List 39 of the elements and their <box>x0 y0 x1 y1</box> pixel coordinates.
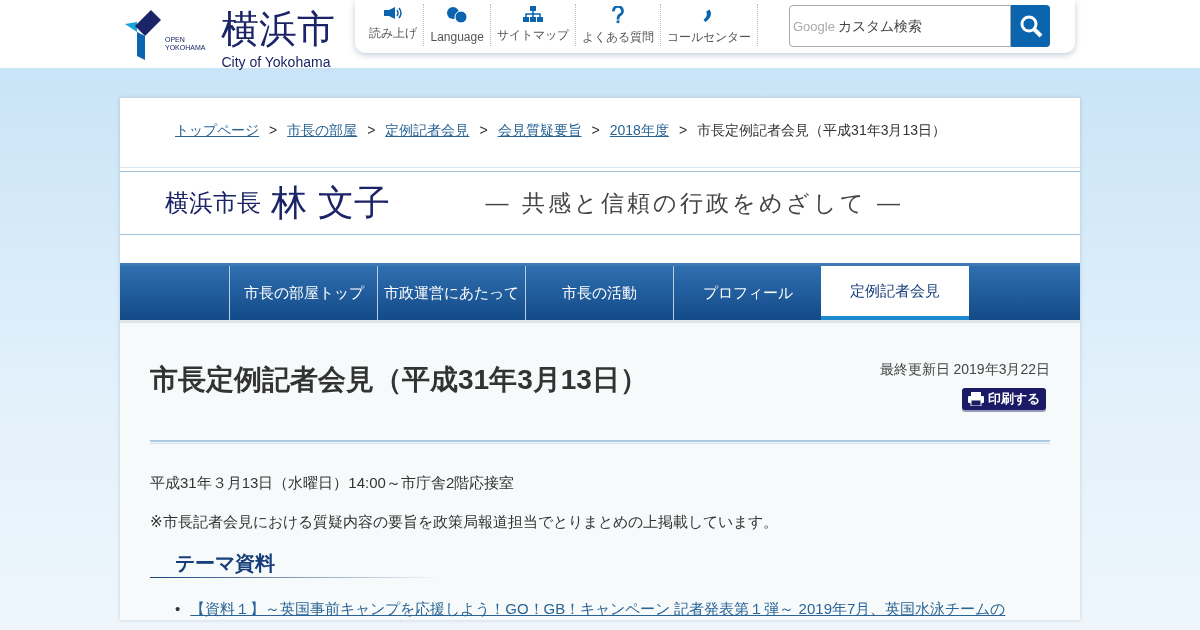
city-logo-icon <box>125 10 161 60</box>
section-heading: テーマ資料 <box>150 550 450 578</box>
translate-icon <box>446 6 469 24</box>
breadcrumb-separator: > <box>479 121 488 140</box>
document-link[interactable]: 【資料１】～英国事前キャンプを応援しよう！GO！GB！キャンペーン 記者発表第１弾～ 2019年7月、英国水泳チームの <box>190 599 1006 617</box>
sitemap-icon <box>522 6 543 22</box>
breadcrumb-separator: > <box>591 121 600 140</box>
search-button[interactable] <box>1011 5 1050 47</box>
last-updated: 最終更新日 2019年3月22日 <box>879 360 1050 379</box>
speaker-icon <box>383 6 404 20</box>
breadcrumb-link[interactable]: トップページ <box>175 120 259 141</box>
banner-title: 横浜市長 <box>165 188 261 219</box>
print-button[interactable]: 印刷する <box>962 388 1046 410</box>
nav-tab[interactable]: 定例記者会見 <box>821 266 969 320</box>
breadcrumb-current: 市長定例記者会見（平成31年3月13日） <box>697 121 947 140</box>
breadcrumb-separator: > <box>367 121 376 140</box>
search-brand: Google <box>793 18 835 36</box>
printer-icon <box>968 391 984 406</box>
toolbar-button[interactable]: Language <box>424 4 491 46</box>
breadcrumb-link[interactable]: 2018年度 <box>609 120 669 141</box>
mayor-name: 林 文子 <box>271 181 391 225</box>
search-icon <box>1018 14 1043 38</box>
toolbar-button[interactable]: よくある質問 <box>575 4 661 46</box>
breadcrumb-link[interactable]: 会見質疑要旨 <box>497 120 582 141</box>
question-icon <box>610 6 625 24</box>
paragraph: ※市長記者会見における質疑内容の要旨を政策局報道担当でとりまとめの上掲載しています。 <box>150 512 779 532</box>
city-name-english: City of Yokohama <box>221 53 332 72</box>
breadcrumb-separator: > <box>269 121 278 140</box>
city-name[interactable]: 横浜市 <box>221 10 336 48</box>
breadcrumb-link[interactable]: 定例記者会見 <box>385 120 470 141</box>
toolbar-button[interactable]: コールセンター <box>660 4 758 46</box>
toolbar-button[interactable]: 読み上げ <box>355 4 425 46</box>
breadcrumb-separator: > <box>678 121 688 140</box>
list-bullet: • <box>175 599 181 617</box>
page-title: 市長定例記者会見（平成31年3月13日） <box>150 363 648 397</box>
toolbar-button[interactable]: サイトマップ <box>490 4 576 46</box>
breadcrumb-link[interactable]: 市長の部屋 <box>287 120 358 141</box>
banner-slogan: ― 共感と信頼の行政をめざして ― <box>485 188 904 218</box>
paragraph: 平成31年３月13日（水曜日）14:00～市庁舎2階応接室 <box>150 472 516 493</box>
